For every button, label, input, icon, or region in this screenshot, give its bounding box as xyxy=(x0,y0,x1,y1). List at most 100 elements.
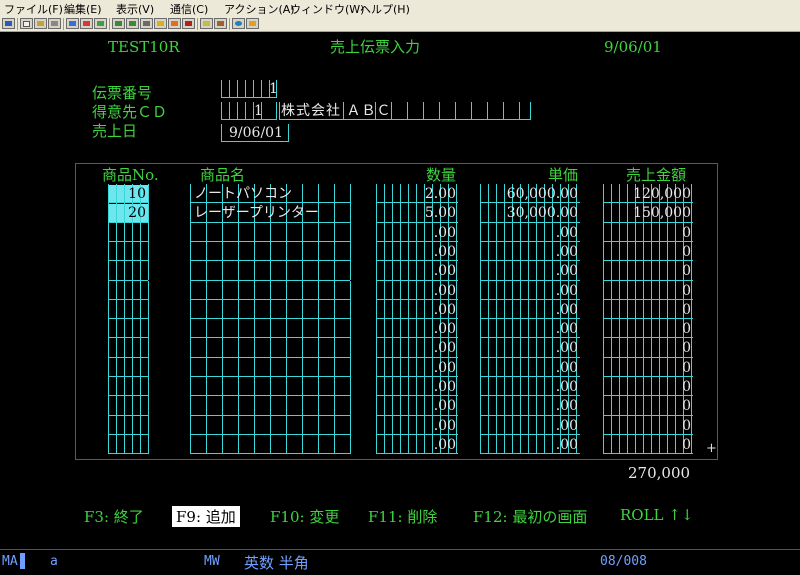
cell-qty[interactable]: 2.00 xyxy=(376,186,456,202)
menu-file[interactable]: ファイル(F) xyxy=(4,1,63,17)
cell-separator xyxy=(116,241,117,262)
cell-separator xyxy=(190,396,191,416)
cell-amount[interactable]: 0 xyxy=(603,340,691,356)
cell-separator xyxy=(190,184,191,204)
cell-qty[interactable]: .00 xyxy=(376,379,456,395)
cell-amount[interactable]: 0 xyxy=(603,379,691,395)
menu-help[interactable]: ヘルプ(H) xyxy=(360,1,410,17)
cell-amount[interactable]: 0 xyxy=(603,360,691,376)
cell-qty[interactable]: 5.00 xyxy=(376,205,456,221)
cell-price[interactable]: .00 xyxy=(480,283,578,299)
f9-add-key[interactable]: F9: 追加 xyxy=(172,506,240,527)
cell-price[interactable]: .00 xyxy=(480,244,578,260)
cell-price[interactable]: .00 xyxy=(480,398,578,414)
key-icon[interactable] xyxy=(246,18,259,29)
cell-separator xyxy=(132,415,133,435)
customer-code-field[interactable]: 1 xyxy=(221,102,277,120)
screen-icon[interactable] xyxy=(112,18,125,29)
copy-icon[interactable] xyxy=(20,18,33,29)
cell-separator xyxy=(318,261,319,281)
roll-key[interactable]: ROLL ↑↓ xyxy=(620,506,693,524)
cell-separator xyxy=(334,377,335,397)
cell-amount[interactable]: 120,000 xyxy=(603,186,691,202)
menu-comm[interactable]: 通信(C) xyxy=(170,1,208,17)
f3-exit-key[interactable]: F3: 終了 xyxy=(84,506,144,527)
cell-qty[interactable]: .00 xyxy=(376,398,456,414)
cell-separator xyxy=(318,280,319,300)
cell-price[interactable]: .00 xyxy=(480,360,578,376)
cell-qty[interactable]: .00 xyxy=(376,418,456,434)
play-icon[interactable] xyxy=(168,18,181,29)
f12-first-screen-key[interactable]: F12: 最初の画面 xyxy=(473,506,587,527)
cell-amount[interactable]: 0 xyxy=(603,225,691,241)
cell-qty[interactable]: .00 xyxy=(376,244,456,260)
menu-view[interactable]: 表示(V) xyxy=(116,1,154,17)
cell-qty[interactable]: .00 xyxy=(376,321,456,337)
cell-qty[interactable]: .00 xyxy=(376,263,456,279)
tool-icon[interactable] xyxy=(214,18,227,29)
cell-price[interactable]: .00 xyxy=(480,225,578,241)
menu-action[interactable]: アクション(A) xyxy=(224,1,295,17)
cell-no[interactable]: 20 xyxy=(108,205,146,221)
cell-price[interactable]: .00 xyxy=(480,302,578,318)
cell-amount[interactable]: 0 xyxy=(603,398,691,414)
cell-price[interactable]: .00 xyxy=(480,418,578,434)
cell-price[interactable]: 60,000.00 xyxy=(480,186,578,202)
f11-delete-key[interactable]: F11: 削除 xyxy=(368,506,437,527)
cell-separator xyxy=(334,261,335,281)
window-icon[interactable] xyxy=(126,18,139,29)
cell-amount[interactable]: 0 xyxy=(603,302,691,318)
cell-qty[interactable]: .00 xyxy=(376,225,456,241)
document-icon[interactable] xyxy=(200,18,213,29)
cell-amount[interactable]: 0 xyxy=(603,263,691,279)
cell-price[interactable]: .00 xyxy=(480,321,578,337)
cell-separator xyxy=(302,261,303,281)
cell-price[interactable]: .00 xyxy=(480,340,578,356)
cell-amount[interactable]: 150,000 xyxy=(603,205,691,221)
cell-qty[interactable]: .00 xyxy=(376,340,456,356)
cell-amount[interactable]: 0 xyxy=(603,244,691,260)
cell-underline xyxy=(603,202,693,204)
cell-name[interactable]: ノートパソコン xyxy=(194,186,292,202)
customer-name-field: 株式会社 ＡＢＣ xyxy=(279,102,531,120)
cell-name[interactable]: レーザープリンター xyxy=(194,205,319,221)
macro-icon[interactable] xyxy=(140,18,153,29)
cell-price[interactable]: 30,000.00 xyxy=(480,205,578,221)
globe-icon[interactable] xyxy=(232,18,245,29)
cell-amount[interactable]: 0 xyxy=(603,283,691,299)
cell-price[interactable]: .00 xyxy=(480,437,578,453)
cell-underline xyxy=(480,453,580,455)
cell-separator xyxy=(116,377,117,397)
sales-date-field[interactable]: 9/06/01 xyxy=(221,124,289,142)
send-icon[interactable] xyxy=(80,18,93,29)
receive-icon[interactable] xyxy=(94,18,107,29)
menu-edit[interactable]: 編集(E) xyxy=(64,1,102,17)
cell-qty[interactable]: .00 xyxy=(376,283,456,299)
cell-price[interactable]: .00 xyxy=(480,263,578,279)
cell-qty[interactable]: .00 xyxy=(376,360,456,376)
cell-no[interactable]: 10 xyxy=(108,186,146,202)
cut-icon[interactable] xyxy=(48,18,61,29)
stop-icon[interactable] xyxy=(182,18,195,29)
record-icon[interactable] xyxy=(154,18,167,29)
cell-qty[interactable]: .00 xyxy=(376,302,456,318)
cell-qty[interactable]: .00 xyxy=(376,437,456,453)
cell-separator xyxy=(124,222,125,242)
print-icon[interactable] xyxy=(66,18,79,29)
cell-amount[interactable]: 0 xyxy=(603,418,691,434)
paste-icon[interactable] xyxy=(34,18,47,29)
f10-change-key[interactable]: F10: 変更 xyxy=(270,506,339,527)
connect-icon[interactable] xyxy=(2,18,15,29)
cell-separator xyxy=(318,184,319,204)
cell-separator xyxy=(148,184,149,204)
cell-separator xyxy=(302,241,303,262)
menu-window[interactable]: ウィンドウ(W) xyxy=(290,1,364,17)
cell-separator xyxy=(238,241,239,262)
cell-separator xyxy=(222,280,223,300)
total-amount: 270,000 xyxy=(628,464,691,482)
cell-price[interactable]: .00 xyxy=(480,379,578,395)
cell-separator xyxy=(286,377,287,397)
slip-number-field[interactable]: 1 xyxy=(221,80,278,98)
cell-amount[interactable]: 0 xyxy=(603,437,691,453)
cell-amount[interactable]: 0 xyxy=(603,321,691,337)
